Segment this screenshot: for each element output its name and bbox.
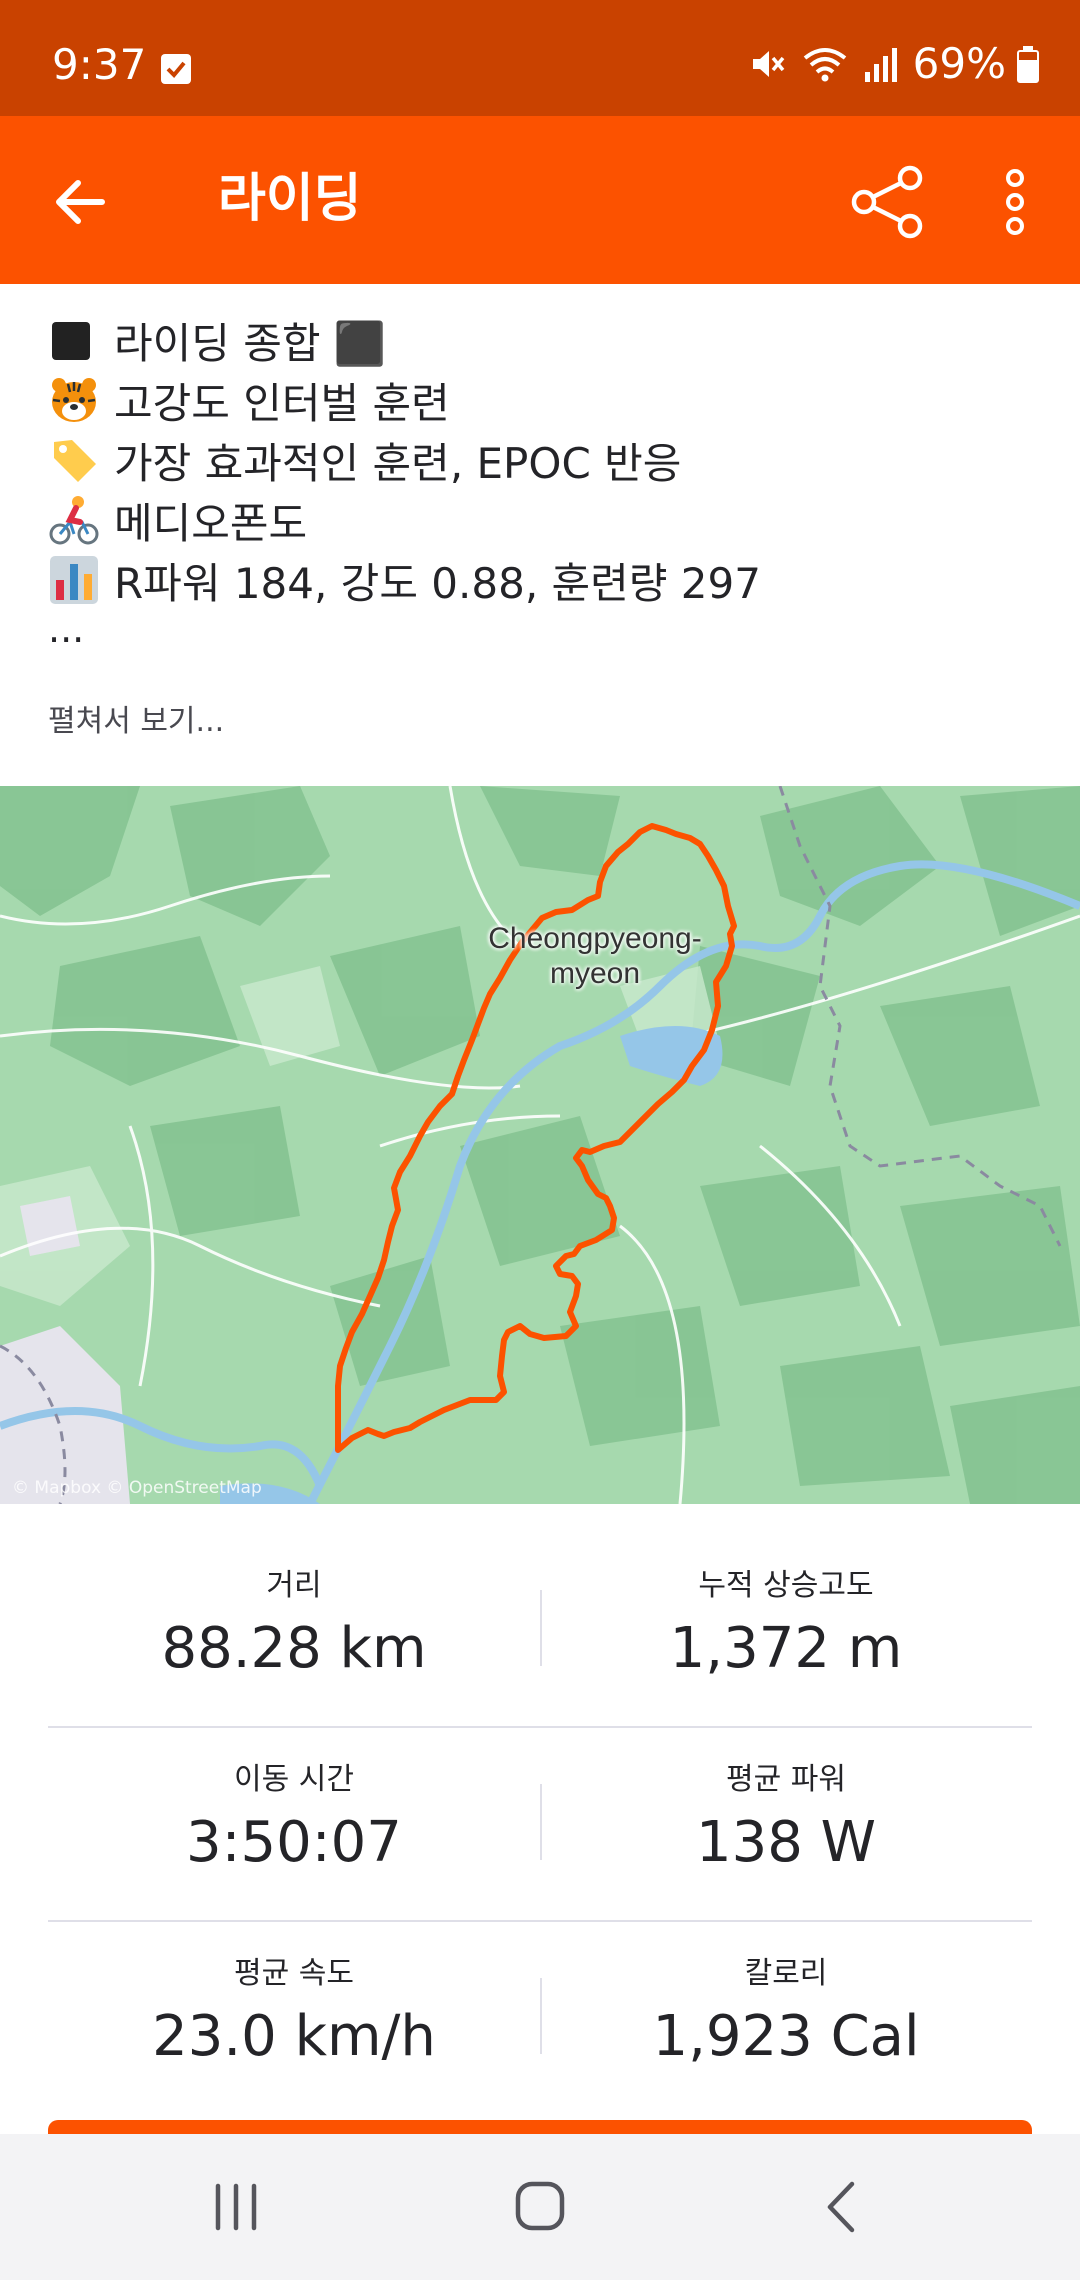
back-button[interactable] xyxy=(44,166,116,238)
description-text: 고강도 인터벌 훈련 xyxy=(114,378,450,428)
stat-avg-power: 평균 파워 138 W xyxy=(540,1728,1032,1920)
expand-description-link[interactable]: 펼쳐서 보기... xyxy=(48,696,224,740)
home-button[interactable] xyxy=(500,2172,580,2242)
label-tag-icon xyxy=(54,440,96,482)
stat-value: 88.28 km xyxy=(161,1616,427,1681)
stat-label: 칼로리 xyxy=(744,1956,828,1991)
stat-value: 1,923 Cal xyxy=(652,2004,920,2069)
map-background xyxy=(0,786,1080,1504)
app-bar: 라이딩 xyxy=(0,116,1080,284)
description-line: 메디오폰도 xyxy=(48,490,1038,550)
description-text: R파워 184, 강도 0.88, 훈련량 297 xyxy=(114,558,761,608)
recent-apps-button[interactable] xyxy=(196,2172,276,2242)
route-map[interactable]: Cheongpyeong- myeon © Mapbox © OpenStree… xyxy=(0,786,1080,1504)
share-icon xyxy=(851,165,923,239)
stat-divider xyxy=(540,1590,542,1666)
stat-calories: 칼로리 1,923 Cal xyxy=(540,1922,1032,2116)
activity-stats: 거리 88.28 km 누적 상승고도 1,372 m 이동 시간 3:50:0… xyxy=(48,1534,1032,2116)
stat-value: 23.0 km/h xyxy=(152,2004,436,2069)
stat-value: 138 W xyxy=(695,1810,877,1875)
description-text: 라이딩 종합 ⬛ xyxy=(114,318,387,368)
battery-icon xyxy=(1017,46,1039,83)
stat-value: 1,372 m xyxy=(669,1616,903,1681)
stat-label: 평균 파워 xyxy=(726,1762,846,1797)
description-line: 가장 효과적인 훈련, EPOC 반응 xyxy=(48,430,1038,490)
tiger-icon xyxy=(52,378,96,422)
share-button[interactable] xyxy=(846,160,930,244)
more-vertical-icon xyxy=(1006,169,1024,235)
page-title: 라이딩 xyxy=(218,169,362,229)
stat-distance: 거리 88.28 km xyxy=(48,1534,540,1726)
description-line: 라이딩 종합 ⬛ xyxy=(48,310,1038,370)
wifi-icon xyxy=(803,48,846,82)
status-icons: 69% xyxy=(747,42,1040,86)
mute-icon xyxy=(752,51,784,77)
description-line: R파워 184, 강도 0.88, 훈련량 297 xyxy=(48,550,1038,610)
stat-elevation: 누적 상승고도 1,372 m xyxy=(540,1534,1032,1726)
recent-apps-icon xyxy=(215,2183,257,2231)
stats-row: 거리 88.28 km 누적 상승고도 1,372 m xyxy=(48,1534,1032,1728)
more-options-button[interactable] xyxy=(990,160,1040,244)
home-icon xyxy=(515,2181,565,2231)
signal-icon xyxy=(864,48,897,82)
description-ellipsis: ... xyxy=(48,607,85,651)
stat-label: 평균 속도 xyxy=(234,1956,354,1991)
map-place-label: Cheongpyeong- myeon xyxy=(488,922,702,990)
cyclist-icon xyxy=(49,496,99,545)
description-text: 가장 효과적인 훈련, EPOC 반응 xyxy=(114,438,682,488)
stat-label: 거리 xyxy=(266,1568,322,1603)
stats-row: 이동 시간 3:50:07 평균 파워 138 W xyxy=(48,1728,1032,1922)
map-attribution[interactable]: © Mapbox © OpenStreetMap xyxy=(12,1478,262,1498)
stat-avg-speed: 평균 속도 23.0 km/h xyxy=(48,1922,540,2116)
bar-chart-icon xyxy=(50,556,98,604)
status-bar: 9:37 69% xyxy=(0,0,1080,116)
black-square-icon xyxy=(52,322,90,360)
stat-value: 3:50:07 xyxy=(186,1810,402,1875)
stat-divider xyxy=(540,1784,542,1860)
system-nav-bar xyxy=(0,2134,1080,2280)
description-text: 메디오폰도 xyxy=(114,498,308,548)
stat-label: 이동 시간 xyxy=(234,1762,354,1797)
stat-label: 누적 상승고도 xyxy=(698,1568,874,1603)
battery-percent: 69% xyxy=(912,39,1006,88)
arrow-left-icon xyxy=(56,180,105,224)
stats-row: 평균 속도 23.0 km/h 칼로리 1,923 Cal xyxy=(48,1922,1032,2116)
system-back-button[interactable] xyxy=(802,2172,882,2242)
stat-divider xyxy=(540,1978,542,2054)
stat-moving-time: 이동 시간 3:50:07 xyxy=(48,1728,540,1920)
description-line: 고강도 인터벌 훈련 xyxy=(48,370,1038,430)
activity-description: 라이딩 종합 ⬛ 고강도 인터벌 훈련 가장 효과적인 훈련, EPOC 반응 xyxy=(48,310,1038,654)
chevron-left-icon xyxy=(827,2181,855,2233)
status-time: 9:37 xyxy=(52,40,147,89)
task-check-icon xyxy=(161,54,191,84)
